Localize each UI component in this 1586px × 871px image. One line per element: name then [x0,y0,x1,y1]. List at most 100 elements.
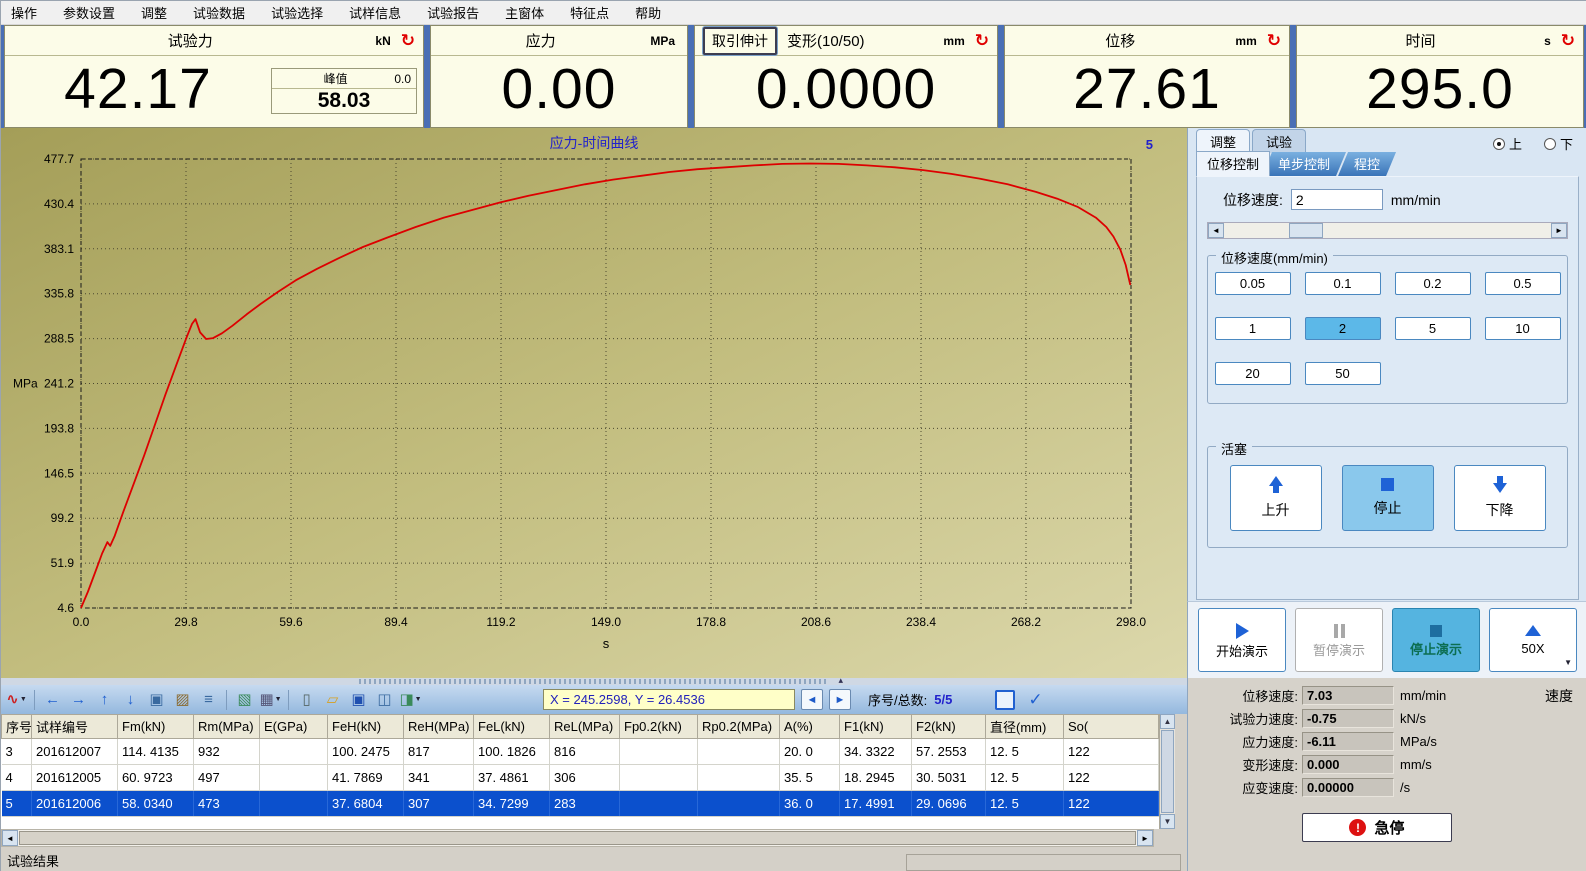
scroll-up-icon[interactable]: ▲ [1160,714,1175,729]
export-data-icon[interactable]: ◨▼ [399,688,422,711]
preset-speed-button-0.1[interactable]: 0.1 [1305,272,1381,295]
scroll-thumb[interactable] [1161,730,1174,813]
emergency-stop-button[interactable]: ! 急停 [1302,813,1452,842]
piston-group: 活塞 上升停止下降 [1207,446,1568,548]
menu-item-2[interactable]: 调整 [139,1,169,24]
displacement-speed-input[interactable] [1291,189,1383,210]
pane-splitter[interactable]: ▴ [1,678,1187,685]
menu-item-8[interactable]: 特征点 [568,1,611,24]
column-header[interactable]: Rm(MPa) [194,715,260,739]
subtab-program-control[interactable]: 程控 [1338,152,1396,176]
menu-item-1[interactable]: 参数设置 [61,1,117,24]
preset-speed-button-0.05[interactable]: 0.05 [1215,272,1291,295]
export-image-icon[interactable]: ◫ [373,688,396,711]
column-header[interactable]: 直径(mm) [986,715,1064,739]
menu-item-0[interactable]: 操作 [9,1,39,24]
column-header[interactable]: 序号 [2,715,32,739]
menu-item-7[interactable]: 主窗体 [503,1,546,24]
table-row[interactable]: 520161200658. 034047337. 680430734. 7299… [2,791,1159,817]
speed-slider[interactable]: ◄ ► [1207,222,1568,239]
column-header[interactable]: FeH(kN) [328,715,404,739]
displacement-refresh-icon[interactable]: ↻ [1267,32,1281,49]
table-row[interactable]: 3201612007114. 4135932100. 2475817100. 1… [2,739,1159,765]
monitor-icon[interactable]: ▣ [145,688,168,711]
preset-speed-button-0.5[interactable]: 0.5 [1485,272,1561,295]
svg-text:4.6: 4.6 [57,601,74,615]
piston-down-button[interactable]: 下降 [1454,465,1546,531]
nav-up-icon[interactable]: ↑ [93,688,116,711]
menu-item-5[interactable]: 试样信息 [347,1,403,24]
preset-speed-button-2[interactable]: 2 [1305,317,1381,340]
time-refresh-icon[interactable]: ↻ [1561,32,1575,49]
subtab-step-control[interactable]: 单步控制 [1262,152,1346,176]
column-header[interactable]: Fp0.2(kN) [620,715,698,739]
print-icon[interactable]: ▦▼ [259,688,282,711]
menu-item-3[interactable]: 试验数据 [191,1,247,24]
deform-unit: mm [943,34,964,48]
preset-speed-button-20[interactable]: 20 [1215,362,1291,385]
save-icon[interactable]: ▣ [347,688,370,711]
piston-stop-button[interactable]: 停止 [1342,465,1434,531]
preset-speed-button-5[interactable]: 5 [1395,317,1471,340]
column-header[interactable]: F1(kN) [840,715,912,739]
paste-icon[interactable]: ▨ [171,688,194,711]
prev-record-icon[interactable]: ◄ [801,689,823,710]
radio-down[interactable]: 下 [1544,134,1573,153]
column-header[interactable]: Fm(kN) [118,715,194,739]
confirm-icon[interactable]: ✓ [1028,690,1042,710]
column-header[interactable]: ReL(MPa) [550,715,620,739]
slider-right-icon[interactable]: ► [1551,223,1567,238]
cell: 60. 9723 [118,765,194,791]
menu-item-6[interactable]: 试验报告 [425,1,481,24]
menu-item-9[interactable]: 帮助 [633,1,663,24]
scroll-left-icon[interactable]: ◄ [2,830,18,846]
list-icon[interactable]: ≡ [197,688,220,711]
chart-icon[interactable]: ▧ [233,688,256,711]
slider-left-icon[interactable]: ◄ [1208,223,1224,238]
speed-50x-button[interactable]: 50X▼ [1489,608,1577,672]
subtab-displacement-control[interactable]: 位移控制 [1196,151,1270,176]
scroll-down-icon[interactable]: ▼ [1160,814,1175,829]
speed-status-row: 应变速度:0.00000/s [1206,778,1586,797]
nav-right-icon[interactable]: → [67,688,90,711]
column-header[interactable]: So( [1064,715,1159,739]
column-header[interactable]: 试样编号 [32,715,118,739]
column-header[interactable]: ReH(MPa) [404,715,474,739]
svg-text:0.0: 0.0 [73,615,90,629]
slider-thumb[interactable] [1289,223,1323,238]
column-header[interactable]: F2(kN) [912,715,986,739]
scroll-thumb[interactable] [19,831,1136,845]
preset-speed-button-0.2[interactable]: 0.2 [1395,272,1471,295]
curve-select-icon[interactable]: ∿▼ [5,688,28,711]
preset-speed-button-50[interactable]: 50 [1305,362,1381,385]
deform-refresh-icon[interactable]: ↻ [975,32,989,49]
extensometer-button[interactable]: 取引伸计 [703,27,777,55]
table-vertical-scrollbar[interactable]: ▲ ▼ [1159,714,1175,829]
radio-up[interactable]: 上 [1493,134,1522,153]
results-table[interactable]: 序号试样编号Fm(kN)Rm(MPa)E(GPa)FeH(kN)ReH(MPa)… [1,714,1159,817]
table-horizontal-scrollbar[interactable]: ◄ ► [1,829,1154,847]
nav-down-icon[interactable]: ↓ [119,688,142,711]
new-file-icon[interactable]: ▯ [295,688,318,711]
piston-up-button[interactable]: 上升 [1230,465,1322,531]
preset-speed-button-10[interactable]: 10 [1485,317,1561,340]
tab-test[interactable]: 试验 [1252,129,1306,153]
stop-demo-button[interactable]: 停止演示 [1392,608,1480,672]
table-row[interactable]: 420161200560. 972349741. 786934137. 4861… [2,765,1159,791]
start-demo-button[interactable]: 开始演示 [1198,608,1286,672]
preset-speed-button-1[interactable]: 1 [1215,317,1291,340]
column-header[interactable]: A(%) [780,715,840,739]
column-header[interactable]: Rp0.2(MPa) [698,715,780,739]
scroll-right-icon[interactable]: ► [1137,830,1153,846]
force-refresh-icon[interactable]: ↻ [401,32,415,49]
next-record-icon[interactable]: ► [829,689,851,710]
stress-time-chart[interactable]: 应力-时间曲线 5 0.029.859.689.4119.2149.0178.8… [1,128,1187,678]
column-header[interactable]: E(GPa) [260,715,328,739]
menu-item-4[interactable]: 试验选择 [269,1,325,24]
cell: 817 [404,739,474,765]
nav-left-icon[interactable]: ← [41,688,64,711]
select-box-icon[interactable] [995,690,1015,710]
column-header[interactable]: FeL(kN) [474,715,550,739]
pause-demo-button[interactable]: 暂停演示 [1295,608,1383,672]
open-folder-icon[interactable]: ▱ [321,688,344,711]
